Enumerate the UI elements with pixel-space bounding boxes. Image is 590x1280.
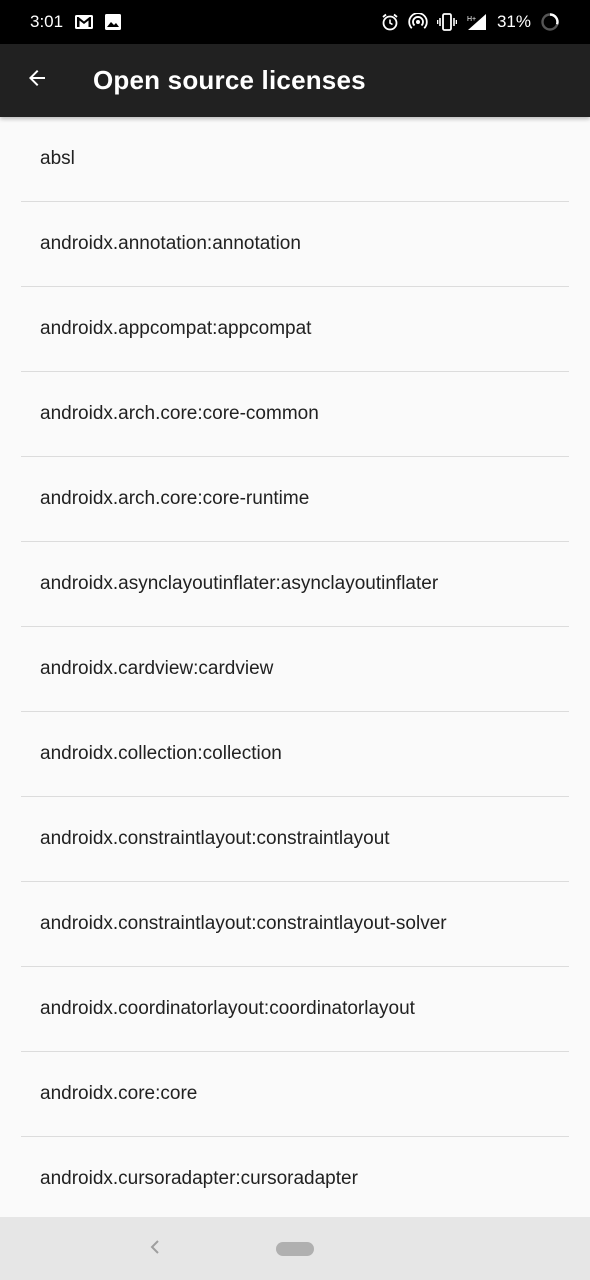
list-item[interactable]: androidx.constraintlayout:constraintlayo…: [21, 797, 569, 882]
license-name: androidx.annotation:annotation: [40, 233, 301, 254]
list-item[interactable]: androidx.arch.core:core-runtime: [21, 457, 569, 542]
chevron-left-icon: [149, 1239, 161, 1260]
license-name: androidx.constraintlayout:constraintlayo…: [40, 913, 447, 934]
license-name: androidx.constraintlayout:constraintlayo…: [40, 828, 390, 849]
battery-icon: [540, 12, 560, 32]
status-time: 3:01: [30, 12, 64, 31]
svg-text:H+: H+: [467, 16, 476, 23]
hotspot-icon: [408, 13, 428, 31]
app-bar: Open source licenses: [0, 44, 590, 117]
license-name: androidx.cardview:cardview: [40, 658, 274, 679]
license-name: androidx.coordinatorlayout:coordinatorla…: [40, 998, 415, 1019]
alarm-icon: [381, 13, 399, 31]
list-item[interactable]: androidx.constraintlayout:constraintlayo…: [21, 882, 569, 967]
battery-percent: 31%: [496, 12, 531, 31]
vibrate-icon: [436, 13, 457, 31]
nav-back-button[interactable]: [145, 1237, 165, 1261]
page-title: Open source licenses: [93, 65, 366, 95]
list-item[interactable]: androidx.core:core: [21, 1052, 569, 1137]
license-name: androidx.asynclayoutinflater:asynclayout…: [40, 573, 439, 594]
navigation-bar: [0, 1217, 590, 1280]
back-button[interactable]: [17, 61, 57, 101]
list-item[interactable]: androidx.coordinatorlayout:coordinatorla…: [21, 967, 569, 1052]
license-name: androidx.core:core: [40, 1083, 198, 1104]
list-item[interactable]: absl: [21, 117, 569, 202]
list-item[interactable]: androidx.cursoradapter:cursoradapter: [21, 1137, 569, 1217]
signal-icon: H+: [466, 13, 488, 31]
image-icon: [105, 14, 122, 30]
list-item[interactable]: androidx.asynclayoutinflater:asynclayout…: [21, 542, 569, 627]
license-name: androidx.cursoradapter:cursoradapter: [40, 1168, 358, 1189]
arrow-back-icon: [25, 66, 49, 95]
list-item[interactable]: androidx.annotation:annotation: [21, 202, 569, 287]
license-name: androidx.collection:collection: [40, 743, 282, 764]
list-item[interactable]: androidx.appcompat:appcompat: [21, 287, 569, 372]
license-name: androidx.arch.core:core-runtime: [40, 488, 310, 509]
list-item[interactable]: androidx.arch.core:core-common: [21, 372, 569, 457]
license-name: androidx.appcompat:appcompat: [40, 318, 312, 339]
gmail-icon: [75, 15, 94, 29]
home-pill-button[interactable]: [276, 1242, 314, 1256]
status-bar: 3:01 H+ 31%: [0, 0, 590, 44]
license-name: absl: [40, 148, 75, 169]
license-list[interactable]: absl androidx.annotation:annotation andr…: [0, 117, 590, 1217]
list-item[interactable]: androidx.collection:collection: [21, 712, 569, 797]
list-item[interactable]: androidx.cardview:cardview: [21, 627, 569, 712]
license-name: androidx.arch.core:core-common: [40, 403, 319, 424]
